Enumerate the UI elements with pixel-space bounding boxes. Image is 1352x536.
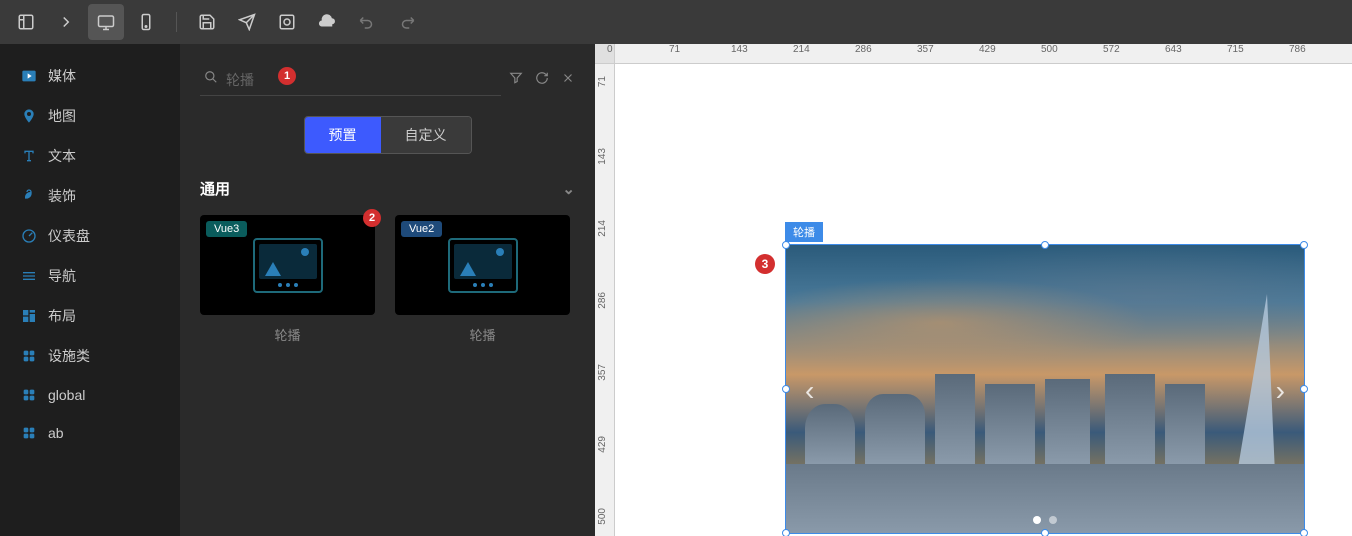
annotation-badge-1: 1 — [278, 67, 296, 85]
sidebar-item-nav[interactable]: 导航 — [0, 256, 180, 296]
refresh-icon[interactable] — [535, 71, 549, 90]
mobile-view-button[interactable] — [128, 4, 164, 40]
sidebar-item-label: 文本 — [48, 146, 76, 166]
resize-handle[interactable] — [782, 529, 790, 536]
resize-handle[interactable] — [1041, 241, 1049, 249]
sidebar-item-map[interactable]: 地图 — [0, 96, 180, 136]
component-card-vue2[interactable]: Vue2 — [395, 215, 570, 315]
filter-icon[interactable] — [509, 71, 523, 90]
tab-custom[interactable]: 自定义 — [381, 117, 471, 153]
sidebar-item-label: 地图 — [48, 106, 76, 126]
carousel-instance[interactable]: 轮播 ‹ › — [785, 244, 1305, 534]
inspect-button[interactable] — [269, 4, 305, 40]
canvas-area[interactable]: 071143214286357429500572643715786 711432… — [595, 44, 1352, 536]
resize-handle[interactable] — [1300, 241, 1308, 249]
undo-button[interactable] — [349, 4, 385, 40]
resize-handle[interactable] — [1300, 529, 1308, 536]
sidebar-item-label: 设施类 — [48, 346, 90, 366]
annotation-badge-2: 2 — [363, 209, 381, 227]
sidebar-item-facility[interactable]: 设施类 — [0, 336, 180, 376]
media-icon — [20, 67, 38, 85]
section-title: 通用 — [200, 178, 230, 199]
search-box — [200, 64, 501, 96]
toolbar-separator — [176, 12, 177, 32]
component-card-vue3[interactable]: Vue3 — [200, 215, 375, 315]
nav-icon — [20, 267, 38, 285]
expand-button[interactable] — [48, 4, 84, 40]
chevron-down-icon: ⌄ — [562, 180, 575, 198]
layout-icon — [20, 307, 38, 325]
sidebar-item-ab[interactable]: ab — [0, 414, 180, 452]
image-icon — [253, 238, 323, 293]
redo-button[interactable] — [389, 4, 425, 40]
send-button[interactable] — [229, 4, 265, 40]
global-icon — [20, 386, 38, 404]
sidebar-item-text[interactable]: 文本 — [0, 136, 180, 176]
card-tag: Vue3 — [206, 221, 247, 237]
text-icon — [20, 147, 38, 165]
sidebar-item-label: 媒体 — [48, 66, 76, 86]
sidebar-item-decorate[interactable]: 装饰 — [0, 176, 180, 216]
resize-handle[interactable] — [1300, 385, 1308, 393]
map-icon — [20, 107, 38, 125]
resize-handle[interactable] — [782, 385, 790, 393]
cloud-upload-button[interactable] — [309, 4, 345, 40]
sidebar-item-label: ab — [48, 425, 64, 441]
image-icon — [448, 238, 518, 293]
sidebar-item-media[interactable]: 媒体 — [0, 56, 180, 96]
sidebar-item-label: global — [48, 387, 85, 403]
desktop-view-button[interactable] — [88, 4, 124, 40]
left-sidebar: 媒体 地图 文本 装饰 仪表盘 导航 布局 设施类 — [0, 44, 180, 536]
sidebar-item-global[interactable]: global — [0, 376, 180, 414]
card-tag: Vue2 — [401, 221, 442, 237]
resize-handle[interactable] — [1041, 529, 1049, 536]
card-label: 轮播 — [200, 325, 375, 344]
logo-button[interactable] — [8, 4, 44, 40]
save-button[interactable] — [189, 4, 225, 40]
section-header[interactable]: 通用 ⌄ — [200, 178, 575, 199]
tab-preset[interactable]: 预置 — [305, 117, 381, 153]
sidebar-item-label: 布局 — [48, 306, 76, 326]
ab-icon — [20, 424, 38, 442]
top-toolbar — [0, 0, 1352, 44]
sidebar-item-label: 仪表盘 — [48, 226, 90, 246]
ruler-horizontal: 071143214286357429500572643715786 — [615, 44, 1352, 64]
annotation-badge-3: 3 — [755, 254, 775, 274]
component-panel: 1 预置 自定义 通用 ⌄ Vue3 轮播 2 — [180, 44, 595, 536]
panel-tabs: 预置 自定义 — [304, 116, 472, 154]
search-icon — [204, 70, 218, 89]
card-label: 轮播 — [395, 325, 570, 344]
selection-tag: 轮播 — [785, 222, 823, 242]
sidebar-item-dashboard[interactable]: 仪表盘 — [0, 216, 180, 256]
decorate-icon — [20, 187, 38, 205]
sidebar-item-label: 装饰 — [48, 186, 76, 206]
sidebar-item-label: 导航 — [48, 266, 76, 286]
ruler-vertical: 71143214286357429500 — [595, 64, 615, 536]
close-icon[interactable] — [561, 71, 575, 90]
facility-icon — [20, 347, 38, 365]
dashboard-icon — [20, 227, 38, 245]
search-input[interactable] — [226, 72, 497, 88]
selection-box — [785, 244, 1305, 534]
resize-handle[interactable] — [782, 241, 790, 249]
sidebar-item-layout[interactable]: 布局 — [0, 296, 180, 336]
